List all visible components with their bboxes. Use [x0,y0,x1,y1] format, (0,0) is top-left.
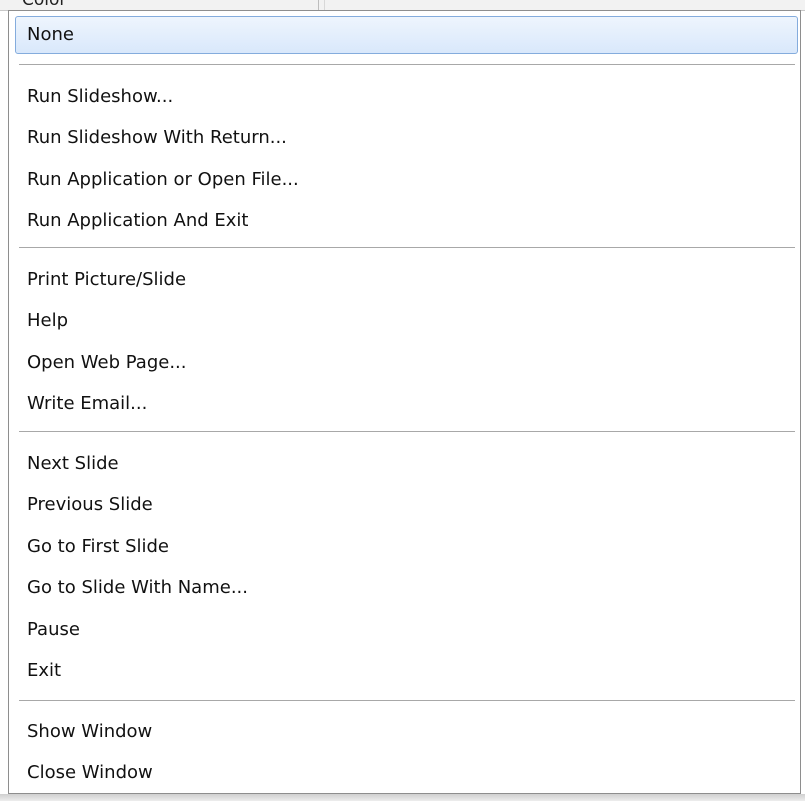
menu-item-run-application-or-open-file[interactable]: Run Application or Open File... [15,161,798,199]
menu-item-open-web-page[interactable]: Open Web Page... [15,344,798,382]
menu-item-run-application-and-exit[interactable]: Run Application And Exit [15,202,798,240]
menu-item-next-slide[interactable]: Next Slide [15,445,798,483]
bottom-edge [0,794,805,801]
menu-item-show-window[interactable]: Show Window [15,713,798,751]
column-divider [324,0,325,10]
menu-item-print-picture-slide[interactable]: Print Picture/Slide [15,261,798,299]
menu-item-go-to-slide-with-name[interactable]: Go to Slide With Name... [15,569,798,607]
menu-separator [19,700,795,702]
menu-separator [19,64,795,66]
menu-item-write-email[interactable]: Write Email... [15,385,798,423]
menu-item-run-slideshow-with-return[interactable]: Run Slideshow With Return... [15,119,798,157]
menu-item-pause[interactable]: Pause [15,611,798,649]
menu-item-previous-slide[interactable]: Previous Slide [15,486,798,524]
menu-item-help[interactable]: Help [15,302,798,340]
menu-item-close-window[interactable]: Close Window [15,754,798,792]
menu-item-exit[interactable]: Exit [15,652,798,690]
menu-item-none[interactable]: None [15,16,798,54]
action-dropdown-list[interactable]: None Run Slideshow... Run Slideshow With… [8,10,801,794]
column-header-label: Color [22,0,67,10]
menu-separator [19,247,795,249]
menu-item-run-slideshow[interactable]: Run Slideshow... [15,78,798,116]
dropdown-screenshot: Color None Run Slideshow... Run Slidesho… [0,0,805,801]
menu-separator [19,431,795,433]
column-divider [318,0,319,10]
menu-item-go-to-first-slide[interactable]: Go to First Slide [15,528,798,566]
